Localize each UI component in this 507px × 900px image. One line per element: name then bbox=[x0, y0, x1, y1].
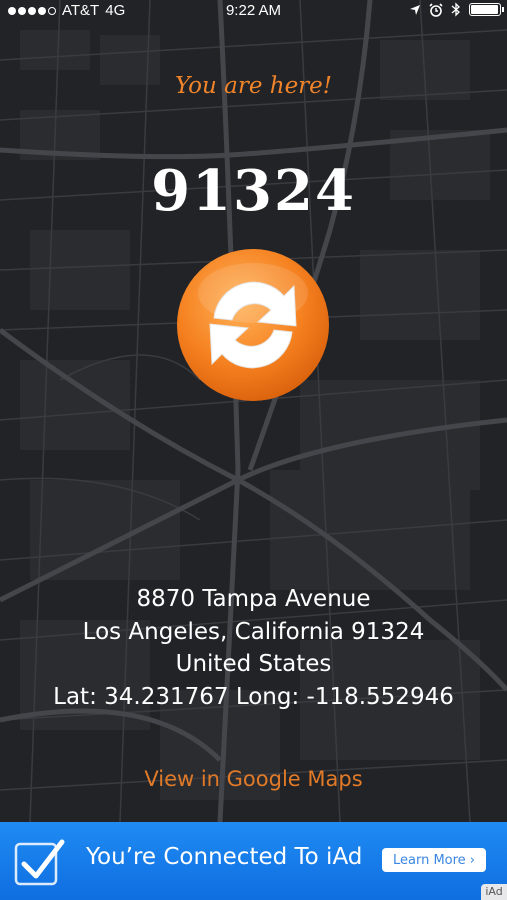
view-in-google-maps-link[interactable]: View in Google Maps bbox=[0, 767, 507, 791]
alarm-icon bbox=[429, 2, 443, 17]
status-bar: AT&T 4G 9:22 AM bbox=[0, 0, 507, 22]
learn-more-button[interactable]: Learn More › bbox=[382, 848, 486, 872]
refresh-button[interactable] bbox=[176, 248, 330, 402]
battery-icon bbox=[469, 3, 504, 16]
iad-tag: iAd bbox=[481, 884, 507, 900]
you-are-here-label: You are here! bbox=[174, 73, 333, 99]
bluetooth-icon bbox=[451, 2, 460, 17]
address-line2: Los Angeles, California 91324 bbox=[82, 618, 425, 645]
location-arrow-icon bbox=[410, 4, 420, 15]
battery-fill bbox=[471, 5, 498, 14]
ad-text: You’re Connected To iAd bbox=[86, 844, 363, 870]
ad-banner[interactable]: You’re Connected To iAd Learn More › iAd bbox=[0, 822, 507, 900]
zip-code: 91324 bbox=[151, 158, 356, 224]
address-country: United States bbox=[175, 651, 332, 677]
status-right bbox=[409, 2, 504, 17]
coordinates: Lat: 34.231767 Long: -118.552946 bbox=[53, 683, 454, 710]
address-line1: 8870 Tampa Avenue bbox=[136, 586, 371, 612]
checkmark-icon bbox=[14, 839, 65, 886]
address-block: 8870 Tampa Avenue Los Angeles, Californi… bbox=[0, 583, 507, 713]
